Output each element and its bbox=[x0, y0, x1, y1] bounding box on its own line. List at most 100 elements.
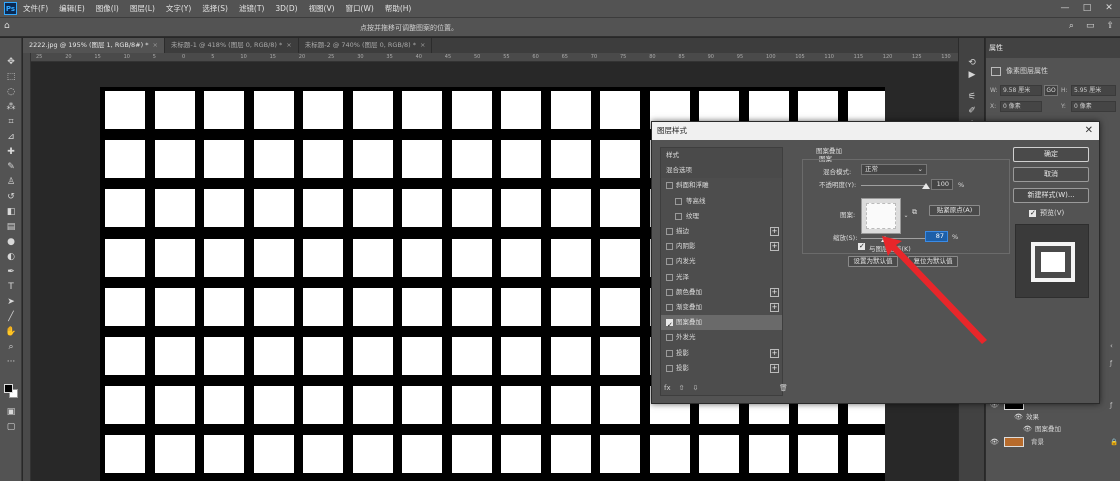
cancel-button[interactable]: 取消 bbox=[1013, 167, 1089, 182]
menu-3d[interactable]: 3D(D) bbox=[275, 4, 297, 13]
line-tool-icon[interactable]: ╱ bbox=[4, 311, 18, 323]
style-checkbox[interactable] bbox=[666, 288, 673, 296]
close-tab-icon[interactable]: × bbox=[286, 41, 291, 49]
style-checkbox[interactable] bbox=[675, 212, 682, 220]
eraser-tool-icon[interactable]: ◧ bbox=[4, 206, 18, 218]
lasso-tool-icon[interactable]: ◌ bbox=[4, 86, 18, 98]
style-item[interactable]: 光泽 bbox=[661, 270, 782, 285]
style-item[interactable]: 纹理 bbox=[661, 209, 782, 224]
marquee-tool-icon[interactable]: ⬚ bbox=[4, 71, 18, 83]
layer-effects-row[interactable]: 👁 效果 bbox=[986, 411, 1120, 423]
panel-collapse-icon[interactable]: ‹ bbox=[1110, 342, 1113, 350]
dialog-close-icon[interactable]: ✕ bbox=[1085, 122, 1093, 140]
tab-document-1[interactable]: 2222.jpg @ 195% (图层 1, RGB/8#) * × bbox=[23, 38, 165, 53]
style-checkbox[interactable] bbox=[666, 334, 673, 342]
properties-tab[interactable]: 属性 bbox=[989, 43, 1003, 53]
layer-row-background[interactable]: 👁 背景 🔒 bbox=[986, 436, 1120, 448]
path-selection-tool-icon[interactable]: ➤ bbox=[4, 296, 18, 308]
menu-edit[interactable]: 编辑(E) bbox=[59, 3, 85, 14]
link-with-layer-checkbox[interactable] bbox=[858, 242, 865, 250]
style-item[interactable]: 图案叠加 bbox=[661, 315, 782, 333]
style-checkbox[interactable] bbox=[666, 273, 673, 281]
search-icon[interactable]: ⌕ bbox=[1069, 21, 1074, 31]
opacity-slider-track[interactable] bbox=[861, 185, 926, 186]
close-tab-icon[interactable]: × bbox=[152, 41, 157, 49]
add-style-icon[interactable]: + bbox=[770, 242, 779, 252]
style-item[interactable]: 样式 bbox=[661, 148, 782, 163]
style-checkbox[interactable] bbox=[666, 243, 673, 251]
more-tools-icon[interactable]: ··· bbox=[4, 356, 18, 368]
clone-stamp-tool-icon[interactable]: ♙ bbox=[4, 176, 18, 188]
y-field[interactable]: 0 像素 bbox=[1071, 101, 1116, 112]
menu-layer[interactable]: 图层(L) bbox=[130, 3, 155, 14]
width-field[interactable]: 9.58 厘米 bbox=[1000, 85, 1042, 96]
eye-icon[interactable]: 👁 bbox=[990, 436, 999, 448]
crop-tool-icon[interactable]: ⌗ bbox=[4, 116, 18, 128]
tab-document-3[interactable]: 未标题-2 @ 740% (图层 0, RGB/8) * × bbox=[299, 38, 433, 53]
dodge-tool-icon[interactable]: ◐ bbox=[4, 251, 18, 263]
eye-icon[interactable]: 👁 bbox=[1023, 423, 1032, 435]
zoom-tool-icon[interactable]: ⌕ bbox=[4, 341, 18, 353]
add-style-icon[interactable]: + bbox=[770, 287, 779, 297]
add-style-icon[interactable]: + bbox=[770, 348, 779, 358]
menu-view[interactable]: 视图(V) bbox=[309, 3, 335, 14]
eyedropper-tool-icon[interactable]: ⊿ bbox=[4, 131, 18, 143]
menu-image[interactable]: 图像(I) bbox=[96, 3, 119, 14]
style-checkbox[interactable] bbox=[666, 349, 673, 357]
tab-document-2[interactable]: 未标题-1 @ 418% (图层 0, RGB/8) * × bbox=[165, 38, 299, 53]
style-item[interactable]: 内阴影 + bbox=[661, 239, 782, 254]
healing-brush-tool-icon[interactable]: ✚ bbox=[4, 146, 18, 158]
chevron-down-icon[interactable]: ⌄ bbox=[902, 198, 910, 234]
move-tool-icon[interactable]: ✥ bbox=[4, 56, 18, 68]
style-item[interactable]: 斜面和浮雕 bbox=[661, 178, 782, 193]
menu-select[interactable]: 选择(S) bbox=[202, 3, 228, 14]
preview-checkbox[interactable] bbox=[1029, 209, 1036, 217]
style-checkbox[interactable] bbox=[666, 364, 673, 372]
style-item[interactable]: 混合选项 bbox=[661, 163, 782, 179]
actions-panel-icon[interactable]: ▶ bbox=[966, 70, 978, 82]
close-tab-icon[interactable]: × bbox=[420, 41, 425, 49]
layer-pattern-overlay-row[interactable]: 👁 图案叠加 bbox=[986, 423, 1120, 435]
style-item[interactable]: 描边 + bbox=[661, 224, 782, 239]
style-item[interactable]: 渐变叠加 + bbox=[661, 300, 782, 315]
eye-icon[interactable]: 👁 bbox=[1014, 411, 1023, 423]
menu-type[interactable]: 文字(Y) bbox=[166, 3, 191, 14]
new-preset-icon[interactable]: ⧉ bbox=[912, 208, 917, 217]
style-checkbox[interactable] bbox=[666, 228, 673, 235]
menu-filter[interactable]: 滤镜(T) bbox=[239, 3, 264, 14]
ok-button[interactable]: 确定 bbox=[1013, 147, 1089, 162]
pen-tool-icon[interactable]: ✒ bbox=[4, 266, 18, 278]
style-checkbox[interactable] bbox=[675, 197, 682, 205]
menu-window[interactable]: 窗口(W) bbox=[346, 3, 374, 14]
layer-fx-icon[interactable]: ƒ bbox=[1110, 360, 1112, 367]
dialog-titlebar[interactable]: 图层样式 ✕ bbox=[652, 122, 1099, 140]
pattern-picker[interactable] bbox=[861, 198, 901, 234]
x-field[interactable]: 0 像素 bbox=[1000, 101, 1042, 112]
move-down-icon[interactable]: ⇩ bbox=[692, 384, 698, 392]
move-up-icon[interactable]: ⇧ bbox=[679, 384, 685, 392]
menu-file[interactable]: 文件(F) bbox=[23, 3, 48, 14]
brush-tool-icon[interactable]: ✎ bbox=[4, 161, 18, 173]
add-style-icon[interactable]: + bbox=[770, 303, 779, 312]
foreground-color-swatch[interactable] bbox=[4, 384, 13, 393]
style-checkbox[interactable] bbox=[666, 304, 673, 311]
style-item[interactable]: 等高线 bbox=[661, 194, 782, 209]
trash-icon[interactable]: 🗑 bbox=[779, 384, 788, 392]
preview-toggle[interactable]: 预览(V) bbox=[1029, 208, 1064, 218]
style-item[interactable]: 投影 + bbox=[661, 346, 782, 361]
style-checkbox[interactable] bbox=[666, 258, 673, 266]
add-style-icon[interactable]: + bbox=[770, 363, 779, 373]
share-icon[interactable]: ⇪ bbox=[1106, 21, 1114, 31]
minimize-button[interactable]: — bbox=[1054, 0, 1076, 17]
add-style-icon[interactable]: + bbox=[770, 227, 779, 236]
style-item[interactable]: 颜色叠加 + bbox=[661, 285, 782, 300]
height-field[interactable]: 5.95 厘米 bbox=[1071, 85, 1116, 96]
opacity-input[interactable]: 100 bbox=[931, 179, 953, 190]
fx-menu-icon[interactable]: fx bbox=[664, 384, 671, 392]
home-icon[interactable]: ⌂ bbox=[4, 21, 18, 34]
hand-tool-icon[interactable]: ✋ bbox=[4, 326, 18, 338]
history-panel-icon[interactable]: ⟲ bbox=[966, 58, 978, 70]
maximize-button[interactable]: □ bbox=[1076, 0, 1098, 17]
history-brush-tool-icon[interactable]: ↺ bbox=[4, 191, 18, 203]
gradient-tool-icon[interactable]: ▤ bbox=[4, 221, 18, 233]
